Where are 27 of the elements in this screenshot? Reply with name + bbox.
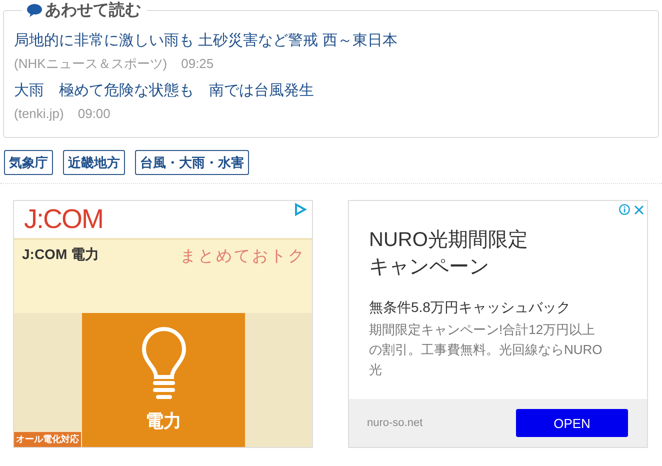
info-icon[interactable] <box>619 204 630 215</box>
product-name: J:COM 電力 <box>22 246 99 264</box>
ad-headline: 無条件5.8万円キャッシュバック <box>369 299 572 317</box>
jcom-logo: J:COM <box>24 203 103 236</box>
speech-bubble-icon <box>26 3 43 18</box>
ad-choices-icon[interactable] <box>294 203 307 216</box>
ad-description: 期間限定キャンペーン!合計12万円以上の割引。工事費無料。光回線ならNURO光 <box>369 321 604 379</box>
article-link[interactable]: 局地的に非常に激しい雨も 土砂災害など警戒 西～東日本 <box>14 29 648 53</box>
tag-link[interactable]: 台風・大雨・水害 <box>135 150 249 175</box>
ad-title: NURO光期間限定キャンペーン <box>369 228 529 280</box>
tag-link[interactable]: 近畿地方 <box>63 150 125 175</box>
light-bulb-icon <box>140 327 188 399</box>
nuro-ad[interactable]: NURO光期間限定キャンペーン 無条件5.8万円キャッシュバック 期間限定キャンペーン!合計12万円以上の割引。工事費無料。光回線ならNURO光 nuro-so.net OPEN <box>348 200 648 448</box>
jcom-ad[interactable]: J:COM J:COM 電力 まとめておトク 電力 オール電化対応 <box>13 200 313 448</box>
open-button[interactable]: OPEN <box>516 409 628 437</box>
close-icon[interactable] <box>634 204 644 214</box>
ad-domain: nuro-so.net <box>367 417 423 429</box>
article-time: 09:25 <box>181 55 214 73</box>
article-source: (NHKニュース＆スポーツ) <box>14 55 168 73</box>
ad-badge: オール電化対応 <box>14 432 81 447</box>
article-time: 09:00 <box>78 105 110 123</box>
section-heading: あわせて読む <box>45 0 141 21</box>
ad-slogan: まとめておトク <box>180 247 306 267</box>
article-source: (tenki.jp) <box>14 105 64 123</box>
article-link[interactable]: 大雨 極めて危険な状態も 南では台風発生 <box>14 79 648 103</box>
tile-label: 電力 <box>146 410 182 433</box>
tag-link[interactable]: 気象庁 <box>4 150 53 175</box>
